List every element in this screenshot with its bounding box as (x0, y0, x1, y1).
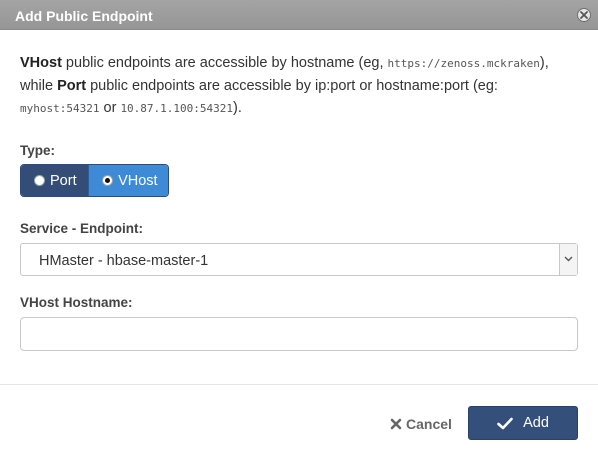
intro-text-3: public endpoints are accessible by ip:po… (86, 78, 498, 94)
intro-text-5: ). (233, 100, 242, 116)
service-endpoint-label: Service - Endpoint: (20, 221, 144, 236)
example-port-2: 10.87.1.100:54321 (120, 102, 234, 115)
type-option-vhost[interactable]: VHost (88, 165, 168, 196)
example-port-1: myhost:54321 (20, 102, 100, 115)
dialog-body: VHost public endpoints are accessible by… (20, 52, 580, 120)
cancel-button-label: Cancel (406, 416, 452, 432)
example-host: https://zenoss.mckraken (387, 57, 540, 70)
intro-vhost-word: VHost (20, 55, 62, 71)
intro-text: VHost public endpoints are accessible by… (20, 52, 580, 120)
add-public-endpoint-dialog: Add Public Endpoint VHost public endpoin… (0, 0, 598, 460)
dialog-title: Add Public Endpoint (15, 8, 153, 24)
type-label: Type: (20, 143, 56, 158)
service-endpoint-select[interactable]: HMaster - hbase-master-1 (20, 243, 578, 276)
type-option-vhost-label: VHost (118, 172, 158, 189)
intro-text-1: public endpoints are accessible by hostn… (61, 55, 388, 71)
type-option-port[interactable]: Port (21, 165, 89, 196)
type-radio-group: Port VHost (20, 164, 169, 197)
intro-port-word: Port (57, 78, 87, 94)
service-endpoint-value: HMaster - hbase-master-1 (39, 253, 209, 269)
vhost-radio[interactable] (102, 175, 114, 186)
close-icon (580, 11, 588, 19)
footer-divider (0, 384, 598, 385)
cancel-button[interactable]: Cancel (390, 414, 452, 434)
select-arrow[interactable] (559, 244, 577, 275)
close-button[interactable] (577, 8, 591, 22)
add-button[interactable]: Add (468, 406, 578, 440)
type-option-port-label: Port (50, 172, 77, 189)
dialog-titlebar: Add Public Endpoint (0, 0, 598, 30)
x-icon (390, 418, 402, 430)
chevron-down-icon (564, 256, 573, 262)
intro-text-4: or (99, 100, 121, 116)
vhost-hostname-input[interactable] (20, 317, 578, 351)
checkmark-icon (497, 417, 513, 429)
port-radio[interactable] (34, 175, 45, 186)
add-button-label: Add (523, 415, 549, 431)
vhost-hostname-label: VHost Hostname: (20, 295, 133, 310)
